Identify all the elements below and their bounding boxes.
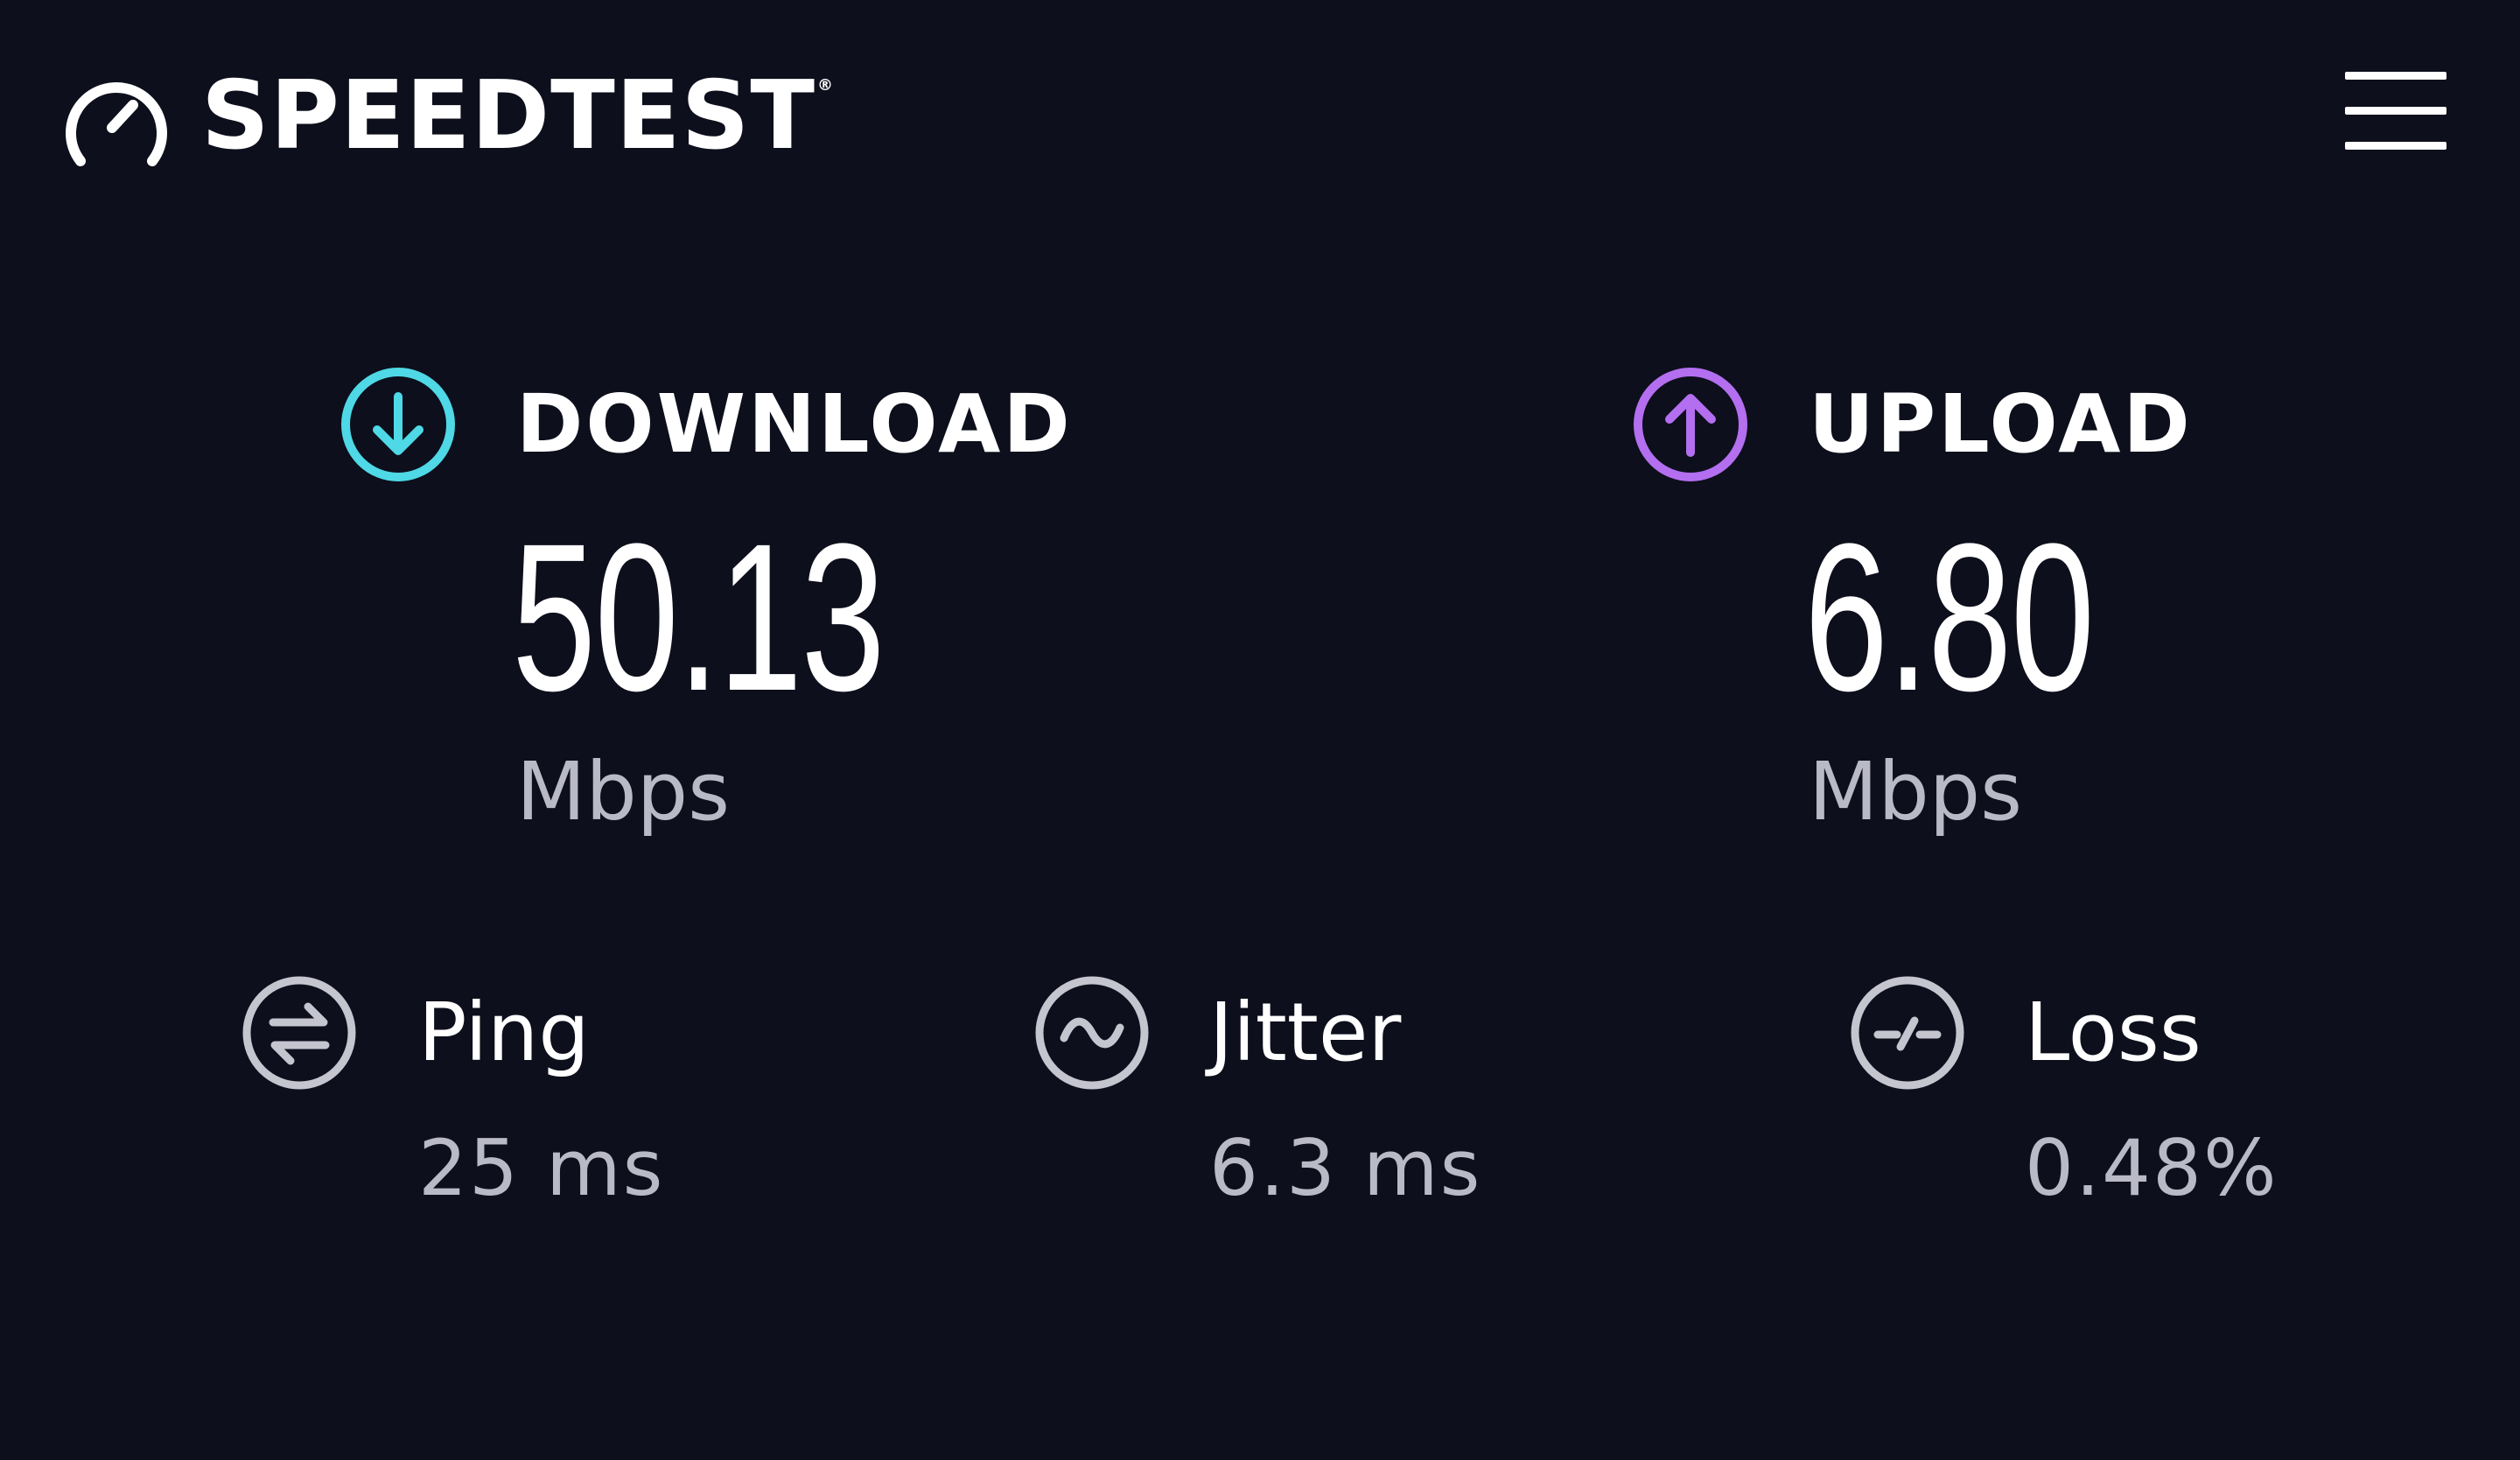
download-arrow-icon: [337, 363, 459, 486]
download-unit: Mbps: [516, 745, 731, 839]
brand-logo-text: SPEEDTEST ®: [201, 60, 834, 173]
upload-speed-value: 6.80: [1804, 500, 2095, 734]
upload-unit: Mbps: [1809, 745, 2023, 839]
ping-value: 25 ms: [418, 1123, 665, 1213]
jitter-label: Jitter: [1209, 986, 1402, 1079]
jitter-wave-icon: [1031, 972, 1153, 1094]
brand-name: SPEEDTEST: [201, 61, 816, 171]
trademark-symbol: ®: [817, 76, 835, 95]
download-speed-value: 50.13: [512, 500, 886, 734]
speedometer-icon: [61, 68, 172, 166]
hamburger-menu-button[interactable]: [2334, 63, 2457, 159]
menu-line-bottom: [2345, 142, 2446, 150]
packet-loss-icon: [1846, 972, 1969, 1094]
ping-label: Ping: [418, 986, 590, 1079]
loss-value: 0.48%: [2025, 1123, 2278, 1213]
menu-line-middle: [2345, 107, 2446, 115]
jitter-value: 6.3 ms: [1209, 1123, 1482, 1213]
download-label: DOWNLOAD: [516, 377, 1073, 471]
upload-arrow-icon: [1629, 363, 1752, 486]
upload-label: UPLOAD: [1809, 377, 2193, 471]
loss-label: Loss: [2025, 986, 2202, 1079]
menu-line-top: [2345, 72, 2446, 80]
ping-icon: [238, 972, 360, 1094]
